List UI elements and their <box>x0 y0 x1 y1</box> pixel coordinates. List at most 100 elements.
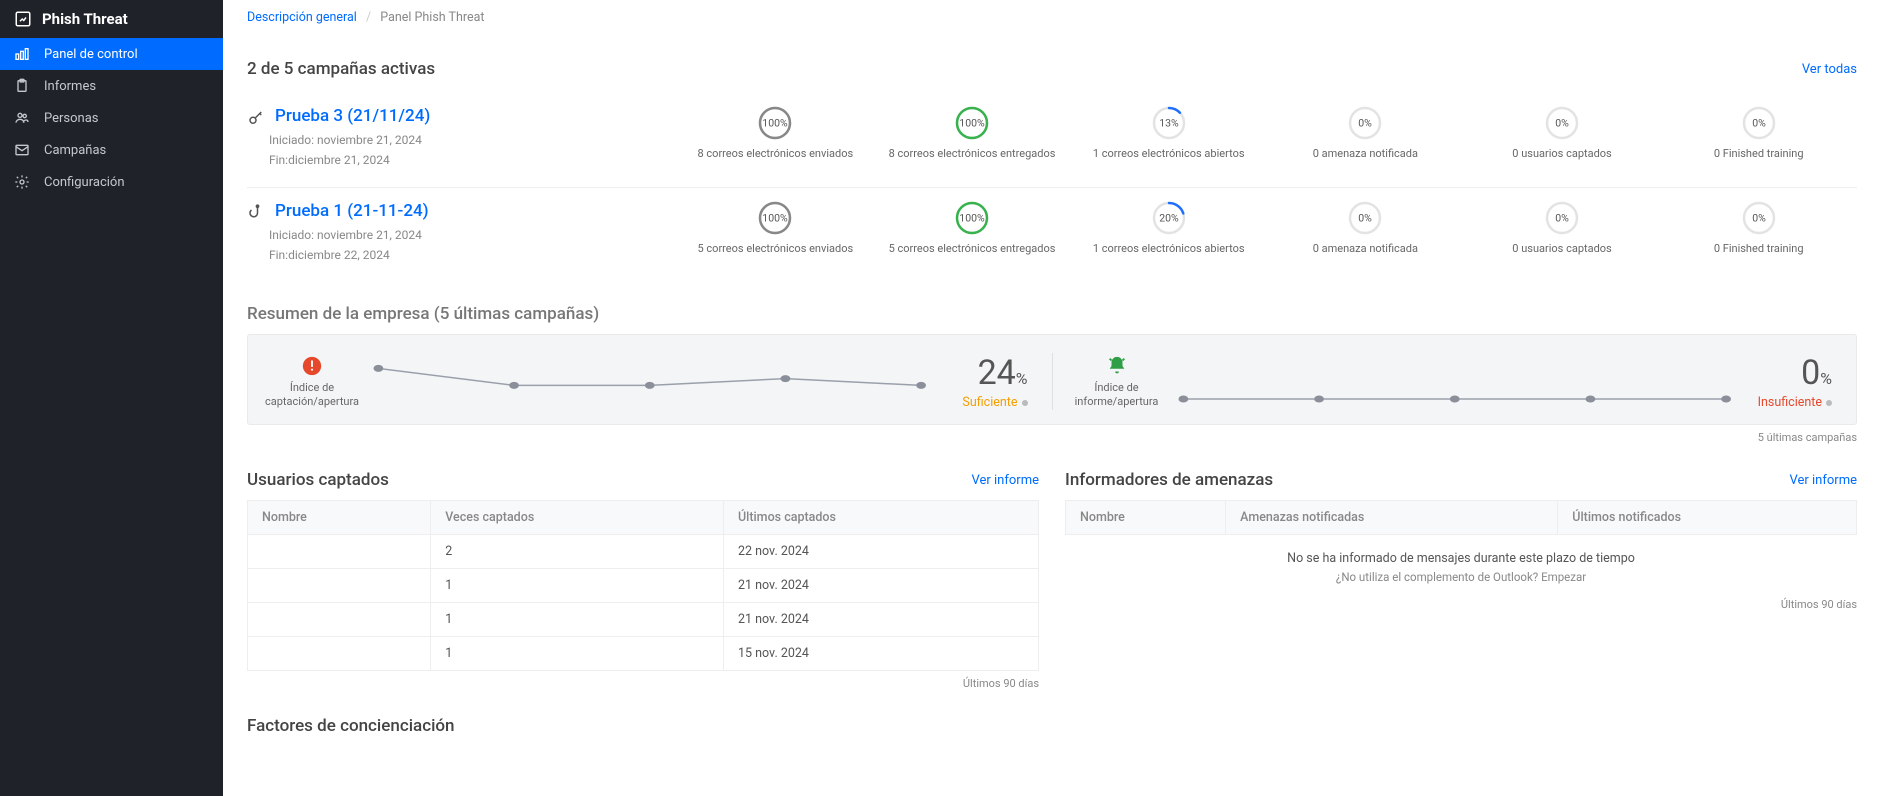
breadcrumb-root[interactable]: Descripción general <box>247 10 357 25</box>
campaign-metric: 100%8 correos electrónicos entregados <box>874 105 1071 161</box>
svg-text:13%: 13% <box>1159 116 1179 129</box>
summary-title: Resumen de la empresa (5 últimas campaña… <box>247 304 1857 324</box>
cell-last: 22 nov. 2024 <box>723 535 1038 569</box>
campaign-title-link[interactable]: Prueba 3 (21/11/24) <box>275 106 430 126</box>
table-header: Veces captados <box>431 501 724 535</box>
summary-right-label: Índice de informe/apertura <box>1075 381 1159 407</box>
table-header: Nombre <box>248 501 431 535</box>
summary-right-value: 0% <box>1752 353 1832 393</box>
sidebar-item-label: Campañas <box>44 143 106 158</box>
svg-text:0%: 0% <box>1555 116 1569 129</box>
cell-name <box>248 603 431 637</box>
sidebar-item-configuración[interactable]: Configuración <box>0 166 223 198</box>
summary-right-status: Insuficiente <box>1752 395 1832 410</box>
campaign-title-link[interactable]: Prueba 1 (21-11-24) <box>275 201 429 221</box>
sidebar-item-informes[interactable]: Informes <box>0 70 223 102</box>
campaign-metric: 0% 0 usuarios captados <box>1464 105 1661 161</box>
logo-icon <box>14 10 32 28</box>
reporters-table: NombreAmenazas notificadasÚltimos notifi… <box>1065 500 1857 535</box>
svg-text:100%: 100% <box>959 116 985 129</box>
svg-text:100%: 100% <box>763 211 789 224</box>
summary-footnote: 5 últimas campañas <box>247 431 1857 444</box>
table-row[interactable]: 222 nov. 2024 <box>248 535 1039 569</box>
cell-count: 1 <box>431 603 724 637</box>
users-icon <box>14 110 30 126</box>
key-icon <box>247 109 265 127</box>
captured-table: NombreVeces captadosÚltimos captados 222… <box>247 500 1039 671</box>
sparkline-left <box>370 359 930 405</box>
mail-icon <box>14 142 30 158</box>
captured-view-link[interactable]: Ver informe <box>972 473 1040 488</box>
captured-title: Usuarios captados <box>247 470 389 490</box>
metric-label: 8 correos electrónicos enviados <box>698 147 854 161</box>
metric-label: 0 Finished training <box>1714 147 1804 161</box>
cell-count: 1 <box>431 569 724 603</box>
metric-label: 5 correos electrónicos enviados <box>698 242 854 256</box>
reporters-view-link[interactable]: Ver informe <box>1790 473 1858 488</box>
metric-label: 0 Finished training <box>1714 242 1804 256</box>
alert-icon <box>301 355 323 377</box>
campaign-list: Prueba 3 (21/11/24) Iniciado: noviembre 2… <box>247 93 1857 282</box>
gear-icon <box>14 174 30 190</box>
metric-label: 0 amenaza notificada <box>1313 242 1418 256</box>
campaign-metric: 0%0 usuarios captados <box>1464 200 1661 256</box>
hook-icon <box>247 204 265 222</box>
awareness-title: Factores de concienciación <box>247 716 1857 736</box>
sidebar-item-label: Configuración <box>44 175 125 190</box>
main: Descripción general / Panel Phish Threat… <box>223 0 1881 796</box>
sidebar-item-label: Personas <box>44 111 99 126</box>
view-all-campaigns-link[interactable]: Ver todas <box>1802 62 1857 77</box>
campaign-metric: 13%1 correos electrónicos abiertos <box>1070 105 1267 161</box>
bell-alert-icon <box>1106 355 1128 377</box>
sidebar-item-panel-de-control[interactable]: Panel de control <box>0 38 223 70</box>
breadcrumb-current: Panel Phish Threat <box>380 10 484 25</box>
campaign-metric: 100% 8 correos electrónicos enviados <box>677 105 874 161</box>
sidebar-item-label: Panel de control <box>44 47 138 62</box>
svg-text:0%: 0% <box>1359 116 1373 129</box>
svg-text:0%: 0% <box>1359 211 1373 224</box>
campaign-metric: 0% 0 Finished training <box>1660 200 1857 256</box>
cell-last: 15 nov. 2024 <box>723 637 1038 671</box>
reporters-panel: Informadores de amenazas Ver informe Nom… <box>1065 470 1857 690</box>
campaign-metric: 100%5 correos electrónicos entregados <box>874 200 1071 256</box>
campaign-metric: 0% 0 amenaza notificada <box>1267 105 1464 161</box>
table-row[interactable]: 115 nov. 2024 <box>248 637 1039 671</box>
campaign-ends: Fin:diciembre 21, 2024 <box>269 153 667 167</box>
reporters-title: Informadores de amenazas <box>1065 470 1273 490</box>
campaign-metric: 0% 0 amenaza notificada <box>1267 200 1464 256</box>
metric-label: 0 usuarios captados <box>1512 147 1611 161</box>
table-row[interactable]: 121 nov. 2024 <box>248 569 1039 603</box>
captured-footnote: Últimos 90 días <box>247 677 1039 690</box>
svg-text:100%: 100% <box>763 116 789 129</box>
sidebar-nav: Panel de control Informes Personas Campañas… <box>0 38 223 198</box>
svg-text:0%: 0% <box>1752 116 1766 129</box>
metric-label: 0 amenaza notificada <box>1313 147 1418 161</box>
captured-panel: Usuarios captados Ver informe NombreVece… <box>247 470 1039 690</box>
sidebar-item-personas[interactable]: Personas <box>0 102 223 134</box>
sidebar-item-label: Informes <box>44 79 96 94</box>
metric-label: 1 correos electrónicos abiertos <box>1093 242 1245 256</box>
metric-label: 0 usuarios captados <box>1512 242 1611 256</box>
table-header: Últimos notificados <box>1558 501 1857 535</box>
table-header: Nombre <box>1066 501 1226 535</box>
table-row[interactable]: 121 nov. 2024 <box>248 603 1039 637</box>
reporters-empty-sub: ¿No utiliza el complemento de Outlook? E… <box>1065 570 1857 592</box>
summary-left-label: Índice de captación/apertura <box>265 381 359 407</box>
cell-last: 21 nov. 2024 <box>723 569 1038 603</box>
sidebar: Phish Threat Panel de control Informes Per… <box>0 0 223 796</box>
cell-name <box>248 637 431 671</box>
campaign-row: Prueba 3 (21/11/24) Iniciado: noviembre 2… <box>247 93 1857 188</box>
clipboard-icon <box>14 78 30 94</box>
summary-left-value: 24% <box>948 353 1028 393</box>
sidebar-item-campañas[interactable]: Campañas <box>0 134 223 166</box>
metric-label: 5 correos electrónicos entregados <box>889 242 1056 256</box>
cell-last: 21 nov. 2024 <box>723 603 1038 637</box>
app-title: Phish Threat <box>0 0 223 38</box>
campaigns-heading: 2 de 5 campañas activas <box>247 59 435 79</box>
campaign-started: Iniciado: noviembre 21, 2024 <box>269 133 667 147</box>
svg-text:0%: 0% <box>1752 211 1766 224</box>
reporters-footnote: Últimos 90 días <box>1065 598 1857 611</box>
cell-name <box>248 535 431 569</box>
cell-count: 2 <box>431 535 724 569</box>
summary-left-status: Suficiente <box>948 395 1028 410</box>
